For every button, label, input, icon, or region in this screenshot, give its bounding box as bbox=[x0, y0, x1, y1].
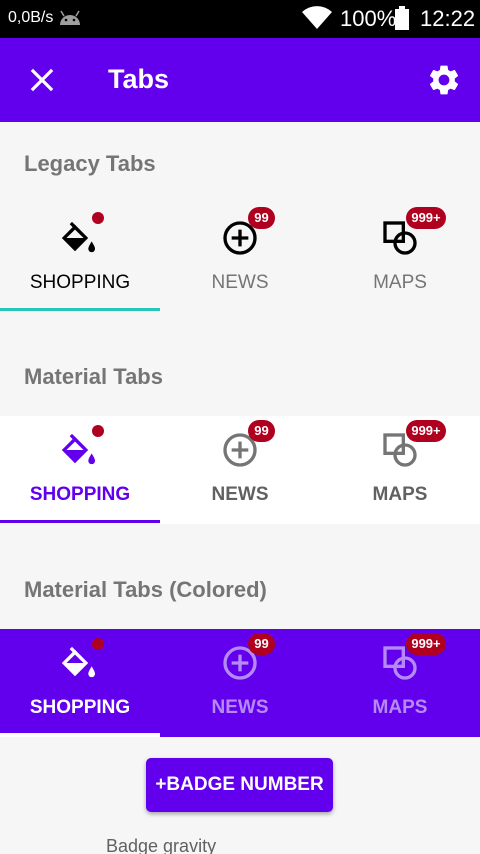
tab-label: MAPS bbox=[372, 484, 428, 505]
section-title-legacy: Legacy Tabs bbox=[24, 151, 156, 176]
battery-percent: 100% bbox=[340, 6, 397, 31]
notification-dot bbox=[92, 638, 104, 650]
android-icon bbox=[60, 10, 80, 25]
network-speed: 0,0B/s bbox=[8, 9, 54, 26]
tab-label: MAPS bbox=[373, 272, 427, 293]
battery-icon bbox=[395, 6, 409, 30]
wifi-icon bbox=[302, 6, 332, 29]
tab-label: SHOPPING bbox=[29, 484, 131, 505]
tab-label: SHOPPING bbox=[29, 697, 131, 718]
settings-icon[interactable] bbox=[426, 62, 462, 98]
app-bar: Tabs bbox=[0, 38, 480, 122]
tab-indicator bbox=[0, 520, 160, 523]
paint-bucket-icon bbox=[61, 221, 95, 253]
tab-label: MAPS bbox=[372, 697, 428, 718]
tab-shopping[interactable]: SHOPPING bbox=[0, 416, 160, 524]
legacy-tab-bar: SHOPPING 99 NEWS 999+ MAPS bbox=[0, 204, 480, 312]
tab-indicator bbox=[0, 308, 160, 311]
add-badge-number-button[interactable]: +BADGE NUMBER bbox=[146, 758, 333, 812]
badge-count: 99 bbox=[248, 633, 275, 655]
page-title: Tabs bbox=[108, 64, 170, 94]
tab-news[interactable]: 99 NEWS bbox=[160, 416, 320, 524]
badge-count: 999+ bbox=[406, 420, 446, 442]
tab-label: SHOPPING bbox=[29, 272, 131, 293]
notification-dot bbox=[92, 425, 104, 437]
tab-label: NEWS bbox=[211, 697, 269, 718]
tab-news[interactable]: 99 NEWS bbox=[160, 204, 320, 312]
notification-dot bbox=[92, 212, 104, 224]
close-icon[interactable] bbox=[26, 64, 58, 96]
tab-news[interactable]: 99 NEWS bbox=[160, 629, 320, 737]
section-title-colored: Material Tabs (Colored) bbox=[24, 577, 267, 602]
tab-maps[interactable]: 999+ MAPS bbox=[320, 204, 480, 312]
tab-label: NEWS bbox=[211, 272, 269, 293]
section-title-material: Material Tabs bbox=[24, 364, 163, 389]
tab-shopping[interactable]: SHOPPING bbox=[0, 204, 160, 312]
tab-maps[interactable]: 999+ MAPS bbox=[320, 416, 480, 524]
badge-count: 999+ bbox=[406, 207, 446, 229]
tab-label: NEWS bbox=[211, 484, 269, 505]
material-tab-bar: SHOPPING 99 NEWS 999+ MAPS bbox=[0, 416, 480, 524]
tab-shopping[interactable]: SHOPPING bbox=[0, 629, 160, 737]
badge-gravity-label: Badge gravity bbox=[106, 836, 217, 854]
badge-count: 99 bbox=[248, 207, 275, 229]
status-bar: 0,0B/s 100% 12:22 bbox=[0, 0, 480, 38]
badge-count: 999+ bbox=[406, 633, 446, 655]
colored-tab-bar: SHOPPING 99 NEWS 999+ MAPS bbox=[0, 629, 480, 737]
clock: 12:22 bbox=[420, 6, 476, 31]
tab-indicator bbox=[0, 733, 160, 737]
badge-count: 99 bbox=[248, 420, 275, 442]
tab-maps[interactable]: 999+ MAPS bbox=[320, 629, 480, 737]
